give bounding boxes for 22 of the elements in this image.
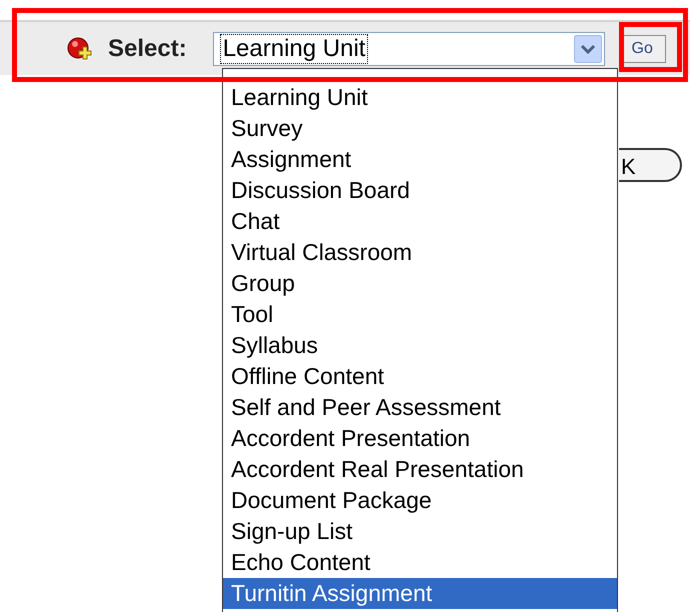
select-label: Select:: [108, 34, 187, 64]
dropdown-option[interactable]: Chat: [223, 206, 617, 237]
type-select[interactable]: Learning Unit: [212, 32, 605, 66]
dropdown-option[interactable]: Discussion Board: [223, 175, 617, 206]
dropdown-option[interactable]: Self and Peer Assessment: [223, 392, 617, 423]
dropdown-option[interactable]: Sign-up List: [223, 516, 617, 547]
dropdown-option[interactable]: Learning Unit: [223, 82, 617, 113]
dropdown-option[interactable]: Syllabus: [223, 330, 617, 361]
dropdown-option[interactable]: Turnitin Assignment: [223, 578, 617, 609]
dropdown-option[interactable]: Group: [223, 268, 617, 299]
caret-icon: [574, 34, 602, 62]
dropdown-option[interactable]: Tool: [223, 299, 617, 330]
dropdown-option[interactable]: Echo Content: [223, 547, 617, 578]
dropdown-option[interactable]: Document Package: [223, 485, 617, 516]
dropdown-option[interactable]: Virtual Classroom: [223, 237, 617, 268]
ok-button[interactable]: K: [619, 148, 682, 182]
dropdown-option[interactable]: Offline Content: [223, 361, 617, 392]
add-icon: [66, 36, 94, 62]
dropdown-option[interactable]: Accordent Presentation: [223, 423, 617, 454]
dropdown-option[interactable]: Accordent Real Presentation: [223, 454, 617, 485]
dropdown-option[interactable]: Assignment: [223, 144, 617, 175]
dropdown-option[interactable]: Survey: [223, 113, 617, 144]
